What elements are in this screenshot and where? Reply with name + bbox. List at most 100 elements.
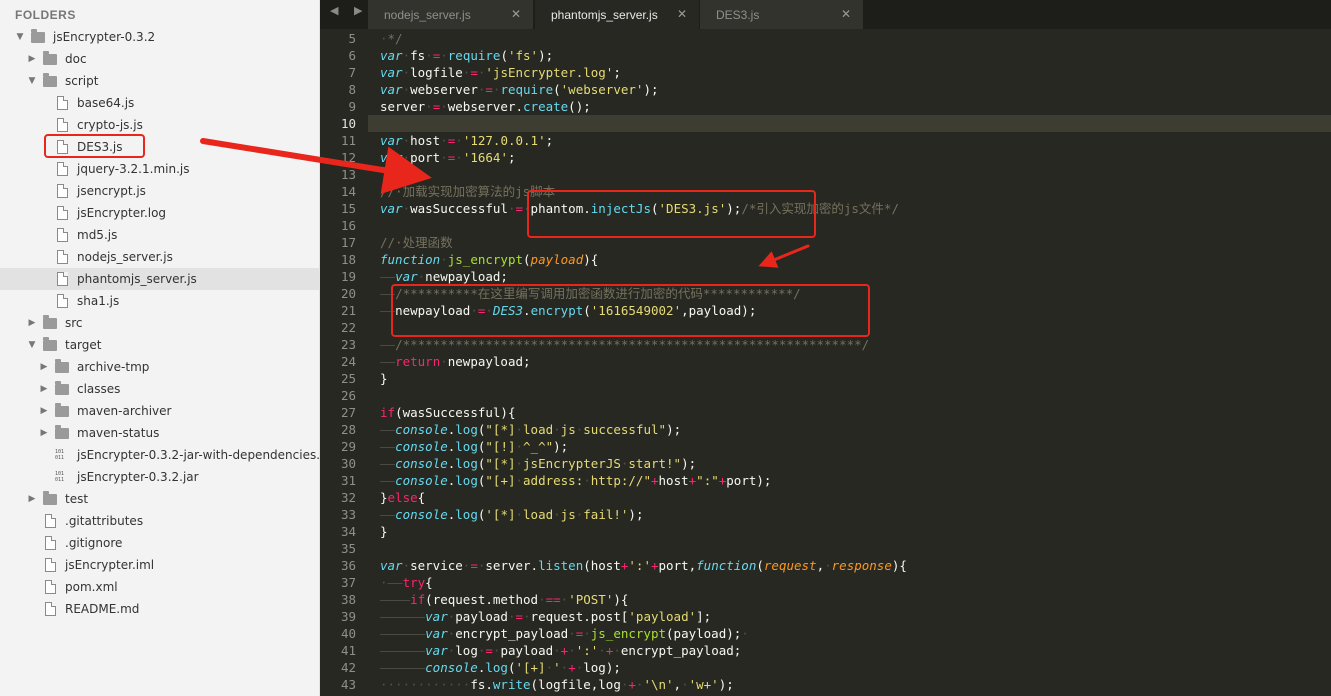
line-number: 34	[340, 524, 356, 539]
close-icon[interactable]: ✕	[677, 7, 687, 21]
code-line[interactable]: ——return·newpayload;	[380, 353, 531, 370]
folder-item[interactable]: ▶ doc	[0, 48, 319, 70]
code-line[interactable]: ——console.log("[+]·address:·http://"+hos…	[380, 472, 771, 489]
folder-item[interactable]: ▼ script	[0, 70, 319, 92]
folder-item[interactable]: ▶ maven-archiver	[0, 400, 319, 422]
file-item[interactable]: .gitattributes	[0, 510, 319, 532]
code-line[interactable]: function·js_encrypt(payload){	[380, 251, 598, 268]
tree-item-label: maven-archiver	[77, 404, 172, 418]
tree-item-label: archive-tmp	[77, 360, 150, 374]
file-item[interactable]: phantomjs_server.js	[0, 268, 319, 290]
code-line[interactable]: ——————var·encrypt_payload·=·js_encrypt(p…	[380, 625, 749, 642]
file-icon	[55, 95, 69, 111]
code-line[interactable]: ——/*************************************…	[380, 336, 869, 353]
tree-item-label: jsEncrypter.iml	[65, 558, 155, 572]
chevron-down-icon[interactable]: ▼	[27, 76, 37, 86]
binary-file-icon: 101 011	[55, 471, 65, 483]
folder-item[interactable]: ▶ classes	[0, 378, 319, 400]
file-item[interactable]: jsEncrypter.iml	[0, 554, 319, 576]
annotation-box-injectjs	[527, 190, 816, 238]
code-line[interactable]: server·=·webserver.create();	[380, 98, 591, 115]
code-line[interactable]: //·处理函数	[380, 234, 453, 251]
chevron-right-icon[interactable]: ▶	[39, 362, 49, 372]
line-number: 16	[340, 218, 356, 233]
line-number: 41	[340, 643, 356, 658]
close-icon[interactable]: ✕	[511, 7, 521, 21]
file-item[interactable]: jquery-3.2.1.min.js	[0, 158, 319, 180]
folder-icon	[43, 50, 57, 67]
file-icon	[43, 557, 57, 573]
line-number: 5	[348, 31, 356, 46]
chevron-right-icon[interactable]: ▶	[27, 318, 37, 328]
line-number: 42	[340, 660, 356, 675]
file-item[interactable]: jsencrypt.js	[0, 180, 319, 202]
code-line[interactable]: ——————var·payload·=·request.post['payloa…	[380, 608, 711, 625]
folder-item[interactable]: ▶ maven-status	[0, 422, 319, 444]
code-line[interactable]: if(wasSuccessful){	[380, 404, 515, 421]
file-item[interactable]: README.md	[0, 598, 319, 620]
file-item[interactable]: base64.js	[0, 92, 319, 114]
tree-item-label: pom.xml	[65, 580, 118, 594]
file-icon	[55, 227, 69, 243]
code-line[interactable]: }	[380, 523, 388, 540]
code-line[interactable]: var·host·=·'127.0.0.1';	[380, 132, 553, 149]
chevron-right-icon[interactable]: ▶	[39, 428, 49, 438]
code-line[interactable]: ——console.log("[*]·load·js·successful");	[380, 421, 681, 438]
code-line[interactable]: var·service·=·server.listen(host+':'+por…	[380, 557, 907, 574]
folder-item[interactable]: ▶ src	[0, 312, 319, 334]
chevron-right-icon[interactable]: ▶	[27, 494, 37, 504]
code-line[interactable]: ·*/	[380, 30, 403, 47]
code-line[interactable]: ——var·newpayload;	[380, 268, 508, 285]
tab-des3[interactable]: DES3.js ✕	[700, 0, 864, 29]
file-item[interactable]: .gitignore	[0, 532, 319, 554]
line-number: 36	[340, 558, 356, 573]
chevron-right-icon[interactable]: ▶	[39, 406, 49, 416]
line-number: 7	[348, 65, 356, 80]
code-line[interactable]: var·port·=·'1664';	[380, 149, 516, 166]
line-number: 18	[340, 252, 356, 267]
line-number: 15	[340, 201, 356, 216]
code-line[interactable]: ——console.log("[*]·jsEncrypterJS·start!"…	[380, 455, 696, 472]
code-line[interactable]: var·webserver·=·require('webserver');	[380, 81, 659, 98]
code-line[interactable]: ——console.log('[*]·load·js·fail!');	[380, 506, 643, 523]
folder-item[interactable]: ▶ test	[0, 488, 319, 510]
tab-nodejs-server[interactable]: nodejs_server.js ✕	[368, 0, 534, 29]
line-number: 39	[340, 609, 356, 624]
code-line[interactable]: ·——try{	[380, 574, 433, 591]
file-item[interactable]: nodejs_server.js	[0, 246, 319, 268]
file-item[interactable]: jsEncrypter.log	[0, 202, 319, 224]
code-line[interactable]: ············fs.write(logfile,log·+·'\n',…	[380, 676, 734, 693]
tree-item-label: jsEncrypter-0.3.2.jar	[77, 470, 199, 484]
file-item[interactable]: 101 011 jsEncrypter-0.3.2.jar	[0, 466, 319, 488]
code-editor[interactable]: 5 6 7 8 9 10 11 12 13 14 15 16 17 18 19 20 21 22 23 24 25 26 2…	[320, 29, 1331, 696]
line-number: 31	[340, 473, 356, 488]
tree-item-label: sha1.js	[77, 294, 120, 308]
file-item[interactable]: sha1.js	[0, 290, 319, 312]
code-line[interactable]: var·logfile·=·'jsEncrypter.log';	[380, 64, 621, 81]
code-line[interactable]: ——————var·log·=·payload·+·':'·+·encrypt_…	[380, 642, 741, 659]
tree-item-label: jsEncrypter.log	[77, 206, 167, 220]
tab-nav-arrows[interactable]: ◀ ▶	[330, 4, 368, 17]
close-icon[interactable]: ✕	[841, 7, 851, 21]
code-line[interactable]: }else{	[380, 489, 425, 506]
code-line[interactable]: ——console.log("[!]·^_^");	[380, 438, 568, 455]
folder-item[interactable]: ▼ target	[0, 334, 319, 356]
file-item[interactable]: crypto-js.js	[0, 114, 319, 136]
code-line[interactable]: var·fs·=·require('fs');	[380, 47, 553, 64]
file-item[interactable]: md5.js	[0, 224, 319, 246]
code-line[interactable]: }	[380, 370, 388, 387]
tab-phantomjs-server[interactable]: phantomjs_server.js ✕	[535, 0, 699, 29]
folder-item[interactable]: ▶ archive-tmp	[0, 356, 319, 378]
code-line[interactable]: ————if(request.method·==·'POST'){	[380, 591, 628, 608]
line-number: 11	[340, 133, 356, 148]
code-line[interactable]: ——————console.log('[+]·'·+·log);	[380, 659, 621, 676]
file-item[interactable]: pom.xml	[0, 576, 319, 598]
chevron-down-icon[interactable]: ▼	[27, 340, 37, 350]
chevron-right-icon[interactable]: ▶	[27, 54, 37, 64]
chevron-right-icon[interactable]: ▶	[39, 384, 49, 394]
chevron-down-icon[interactable]: ▼	[15, 32, 25, 42]
tree-item-label: crypto-js.js	[77, 118, 143, 132]
file-item[interactable]: 101 011 jsEncrypter-0.3.2-jar-with-depende…	[0, 444, 319, 466]
folder-item[interactable]: ▼ jsEncrypter-0.3.2	[0, 26, 319, 48]
line-number: 26	[340, 388, 356, 403]
